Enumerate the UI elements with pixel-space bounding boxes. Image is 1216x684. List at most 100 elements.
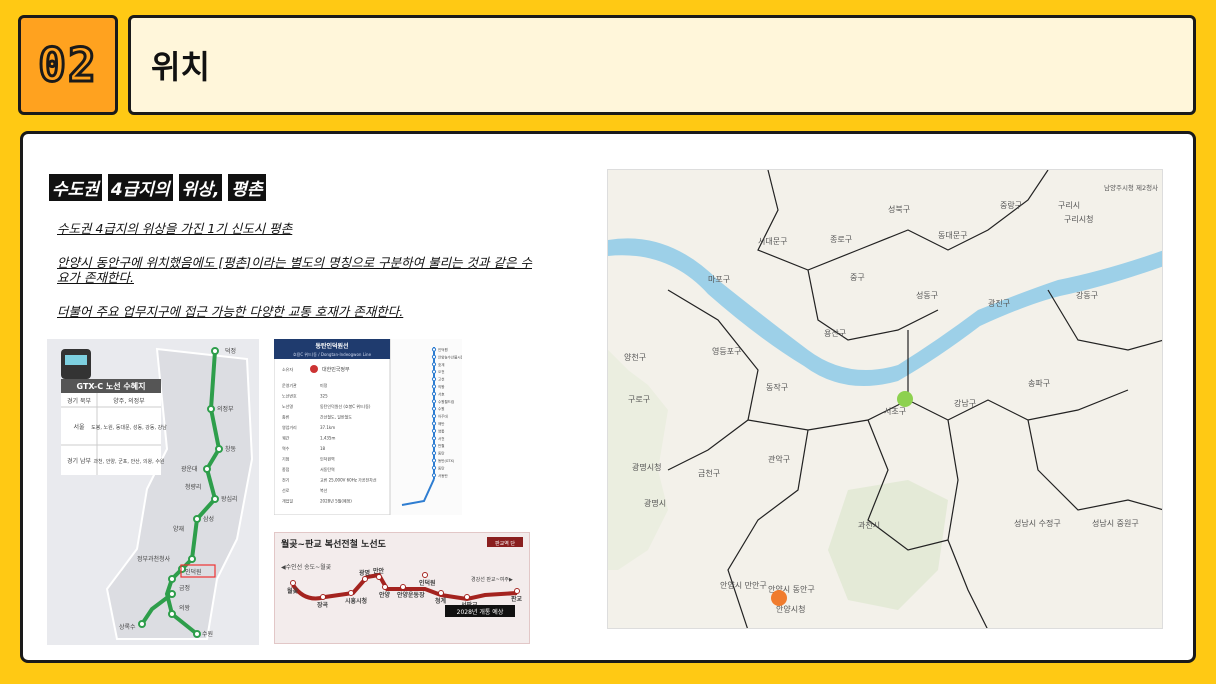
dongtan-station-label: 인덕원 bbox=[438, 347, 448, 352]
dongtan-row-key: 종류 bbox=[282, 414, 290, 420]
gtx-station: 창동 bbox=[225, 445, 237, 453]
wolgot-station-label: 광명 bbox=[359, 569, 370, 577]
heading-part: 위상, bbox=[178, 174, 223, 201]
dongtan-station-dot bbox=[431, 399, 437, 404]
dongtan-row-value: 인덕원역 bbox=[320, 456, 335, 462]
gtx-cities: 과천, 안양, 군포, 안산, 의왕, 수원 bbox=[93, 458, 164, 465]
dongtan-station-dot bbox=[431, 465, 437, 470]
dongtan-station-label: 동탄(GTX) bbox=[438, 458, 455, 463]
wolgot-note-right: 경강선 판교~여주▶ bbox=[471, 576, 513, 583]
dongtan-title: 동탄인덕원선 bbox=[315, 342, 348, 350]
dongtan-station-label: 매탄 bbox=[438, 421, 445, 426]
dongtan-station-dot bbox=[431, 443, 437, 448]
dongtan-station-label: 반월 bbox=[438, 443, 444, 448]
dongtan-row-value: 18 bbox=[320, 446, 326, 451]
dongtan-row-key: 노선명 bbox=[282, 403, 293, 409]
dongtan-row-value: 2028년 5월(예정) bbox=[320, 498, 352, 504]
map-label: 강동구 bbox=[1076, 290, 1098, 300]
dongtan-owner: 대한민국정부 bbox=[322, 366, 350, 373]
dongtan-row-key: 개업일 bbox=[282, 498, 293, 504]
gtx-region: 경기 북부 bbox=[67, 397, 91, 405]
map-label: 성동구 bbox=[916, 291, 938, 300]
dongtan-row-value: 1,435m bbox=[320, 436, 335, 441]
dongtan-station-label: 고천 bbox=[438, 377, 444, 382]
gtx-station: 정부과천청사 bbox=[137, 555, 171, 563]
dongtan-row-key: 영업거리 bbox=[282, 424, 297, 430]
gtx-cities: 도봉, 노원, 동대문, 성동, 강동, 강남 bbox=[91, 424, 167, 431]
dongtan-station-label: 호계 bbox=[438, 362, 444, 367]
dongtan-owner-label: 소유자 bbox=[282, 366, 293, 372]
marker-dongan bbox=[771, 590, 787, 606]
map-label: 성남시 수정구 bbox=[1014, 518, 1061, 528]
wolgot-title: 월곶~판교 복선전철 노선도 bbox=[281, 538, 387, 550]
gtx-c-route-map: GTX-C 노선 수혜지 경기 북부 양주, 의정부 서울 도봉, 노원, 동대… bbox=[47, 339, 259, 645]
dongtan-station-dot bbox=[431, 436, 437, 441]
dongtan-row-value: 미정 bbox=[320, 382, 328, 388]
wolgot-station-dot bbox=[400, 584, 406, 590]
map-label: 서초구 bbox=[884, 407, 906, 416]
gtx-station: 수원 bbox=[202, 630, 213, 638]
dongtan-station-dot bbox=[431, 369, 437, 374]
heading: 수도권 4급지의 위상, 평촌 bbox=[49, 174, 266, 201]
dongtan-line-infobox: 동탄인덕원선 호용C 위드)동 / Dongtan-Indeogwon Line… bbox=[274, 339, 462, 515]
gtx-station: 상록수 bbox=[119, 623, 136, 631]
wolgot-pangyo-map: 월곶~판교 복선전철 노선도 판교역 단 ◀수인선 송도~월곶 경강선 판교~여… bbox=[274, 532, 530, 644]
map-label: 마포구 bbox=[708, 275, 730, 284]
dongtan-station-dot bbox=[431, 406, 437, 411]
map-label: 중랑구 bbox=[1000, 200, 1022, 210]
section-title: 위치 bbox=[151, 48, 210, 86]
paragraph-3: 더불어 주요 업무지구에 접근 가능한 다양한 교통 호재가 존재한다. bbox=[57, 304, 404, 319]
dongtan-station-label: 오전 bbox=[438, 369, 444, 374]
gtx-station: 의정부 bbox=[217, 405, 234, 413]
map-label: 종로구 bbox=[830, 235, 852, 244]
wolgot-station-label: 안양 bbox=[379, 591, 391, 599]
gtx-region: 경기 남부 bbox=[67, 457, 91, 465]
gtx-station: 양재 bbox=[173, 525, 184, 533]
dongtan-station-label: 의왕 bbox=[438, 384, 445, 389]
dongtan-row-value: 간선철도, 일반철도 bbox=[320, 414, 352, 420]
dongtan-row-key: 역수 bbox=[282, 445, 290, 451]
gtx-station: 청량리 bbox=[185, 483, 202, 491]
dongtan-row-key: 종점 bbox=[282, 466, 290, 472]
gtx-region: 서울 bbox=[73, 423, 85, 431]
wolgot-station-dot bbox=[362, 576, 368, 582]
wolgot-station-dot bbox=[320, 594, 326, 600]
gtx-station: 삼성 bbox=[203, 515, 214, 523]
map-label: 광진구 bbox=[988, 298, 1010, 308]
wolgot-station-label: 시흥시청 bbox=[345, 597, 367, 605]
seoul-district-map: 성북구 중랑구 구리시 남양주시청 제2청사 서대문구 종로구 동대문구 구리시청 마포구 중구 성… bbox=[607, 169, 1163, 629]
wolgot-station-dot bbox=[438, 590, 444, 596]
map-label: 강남구 bbox=[954, 398, 976, 408]
map-label: 송파구 bbox=[1028, 379, 1050, 388]
dongtan-row-value: 교류 25,000V 60Hz 가공전차선 bbox=[320, 477, 377, 483]
map-label: 용산구 bbox=[824, 328, 846, 338]
wolgot-station-label: 장곡 bbox=[317, 601, 329, 609]
section-title-box: 위치 bbox=[128, 15, 1196, 115]
heading-part: 4급지의 bbox=[107, 174, 173, 201]
dongtan-station-dot bbox=[431, 451, 437, 456]
wolgot-station-label: 월곶 bbox=[287, 587, 299, 595]
dongtan-station-label: 서동탄 bbox=[438, 473, 448, 478]
dongtan-station-label: 수원 bbox=[438, 406, 444, 411]
heading-part: 평촌 bbox=[228, 174, 266, 201]
wolgot-station-dot bbox=[422, 572, 428, 578]
dongtan-row-key: 기점 bbox=[282, 456, 290, 462]
dongtan-station-label: 서호 bbox=[438, 391, 445, 396]
dongtan-row-key: 궤간 bbox=[282, 435, 290, 441]
wolgot-station-dot bbox=[348, 590, 354, 596]
map-label: 구리시 bbox=[1058, 201, 1080, 210]
marker-seocho bbox=[897, 391, 913, 407]
dongtan-station-dot bbox=[431, 362, 437, 367]
map-label: 중구 bbox=[850, 273, 865, 282]
wolgot-station-dot bbox=[514, 588, 520, 594]
dongtan-row-key: 선로 bbox=[282, 487, 290, 493]
wolgot-station-label: 만안 bbox=[373, 567, 385, 575]
map-label: 구로구 bbox=[628, 395, 650, 404]
gtx-station: 의왕 bbox=[179, 604, 191, 612]
dongtan-station-dot bbox=[431, 354, 437, 359]
wolgot-station-dot bbox=[290, 580, 296, 586]
dongtan-station-dot bbox=[431, 384, 437, 389]
dongtan-station-label: 동탄 bbox=[438, 451, 445, 456]
dongtan-row-key: 노선번호 bbox=[282, 393, 297, 399]
wolgot-open-label: 2028년 개통 예상 bbox=[457, 608, 504, 616]
